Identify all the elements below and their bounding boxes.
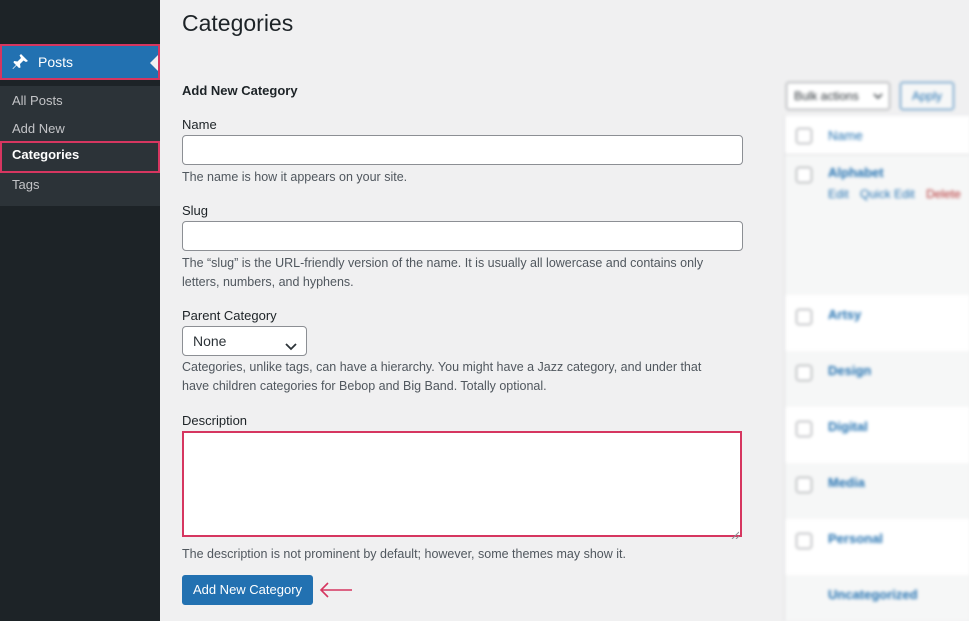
categories-list-panel: Bulk actions Apply Name Alphabet Edit Qu… [784,80,969,621]
category-name[interactable]: Digital [828,419,868,434]
quick-edit-link[interactable]: Quick Edit [860,187,915,201]
posts-submenu: All Posts Add New Categories Tags [0,86,160,206]
table-row: Artsy [785,295,969,351]
description-label: Description [182,413,248,428]
arrow-left-icon [318,580,354,600]
bulk-actions-label: Bulk actions [794,89,859,103]
category-name[interactable]: Media [828,475,865,490]
categories-table: Name Alphabet Edit Quick Edit Delete Art… [784,116,969,621]
slug-field[interactable] [182,221,743,251]
column-name-header[interactable]: Name [828,128,863,143]
chevron-down-icon [284,334,298,351]
select-all-checkbox[interactable] [796,128,812,144]
row-checkbox[interactable] [796,309,812,325]
table-row: Design [785,351,969,407]
category-name[interactable]: Design [828,363,871,378]
row-checkbox[interactable] [796,365,812,381]
name-label: Name [182,117,217,132]
sidebar-item-all-posts[interactable]: All Posts [0,87,160,115]
sidebar-item-categories[interactable]: Categories [0,141,160,173]
category-name[interactable]: Alphabet [828,165,884,180]
pushpin-icon [10,52,30,72]
row-checkbox[interactable] [796,477,812,493]
add-new-category-button[interactable]: Add New Category [182,575,313,605]
current-menu-arrow [150,55,158,71]
row-checkbox[interactable] [796,421,812,437]
delete-link[interactable]: Delete [926,187,961,201]
category-name[interactable]: Personal [828,531,883,546]
parent-category-help: Categories, unlike tags, can have a hier… [182,358,742,396]
table-row: Personal [785,519,969,575]
description-help: The description is not prominent by defa… [182,547,626,561]
page-title: Categories [182,10,294,36]
slug-help-line-1: The “slug” is the URL-friendly version o… [182,256,704,270]
table-row: Digital [785,407,969,463]
section-title: Add New Category [182,83,298,98]
slug-label: Slug [182,203,209,218]
sidebar-item-add-new[interactable]: Add New [0,115,160,143]
sidebar-item-tags[interactable]: Tags [0,171,160,199]
name-field[interactable] [182,135,743,165]
row-checkbox[interactable] [796,533,812,549]
table-row: Alphabet Edit Quick Edit Delete [785,155,969,295]
category-name[interactable]: Artsy [828,307,861,322]
description-field[interactable] [182,431,742,540]
sidebar-item-posts-label: Posts [38,54,74,70]
category-name[interactable]: Uncategorized [828,587,918,602]
name-help: The name is how it appears on your site. [182,170,408,184]
parent-help-line-1: Categories, unlike tags, can have a hier… [182,360,702,374]
chevron-down-icon [873,93,883,100]
parent-category-select[interactable]: None [182,326,307,356]
parent-help-line-2: have children categories for Bebop and B… [182,379,547,393]
resize-handle-icon[interactable] [731,526,740,540]
slug-help: The “slug” is the URL-friendly version o… [182,254,742,292]
parent-category-value: None [193,333,227,349]
table-row: Media [785,463,969,519]
slug-help-line-2: letters, numbers, and hyphens. [182,275,354,289]
parent-category-label: Parent Category [182,308,277,323]
bulk-actions-select[interactable]: Bulk actions [786,82,890,110]
edit-link[interactable]: Edit [828,187,849,201]
sidebar-item-posts[interactable]: Posts [0,44,160,80]
table-row: Uncategorized [785,575,969,621]
row-actions: Edit Quick Edit Delete [828,187,961,201]
row-checkbox[interactable] [796,167,812,183]
apply-button[interactable]: Apply [900,82,954,110]
admin-sidebar: Posts All Posts Add New Categories Tags [0,0,160,621]
table-header-row: Name [785,116,969,155]
